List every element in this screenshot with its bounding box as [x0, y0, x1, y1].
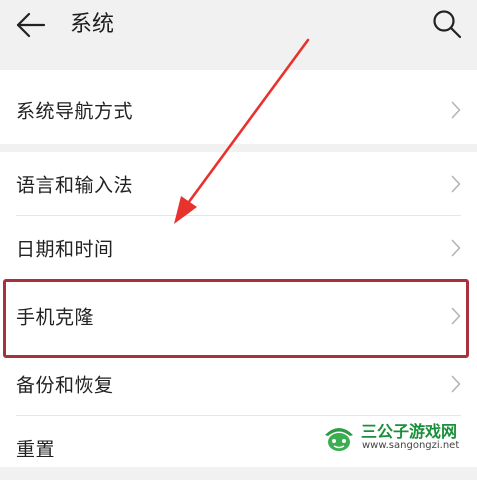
settings-item-date-time[interactable]: 日期和时间 [0, 216, 477, 280]
watermark-logo-icon [325, 428, 353, 451]
watermark-url: www.sangongzi.net [362, 440, 460, 451]
settings-item-label: 系统导航方式 [16, 100, 134, 123]
settings-group-navigation: 系统导航方式 [0, 70, 477, 144]
chevron-right-icon [451, 239, 461, 257]
watermark-text: 三公子游戏网 [361, 422, 458, 441]
top-bar: 系统 [0, 0, 477, 50]
chevron-right-icon [451, 175, 461, 193]
watermark: 三公子游戏网 www.sangongzi.net [321, 415, 471, 459]
back-arrow-icon[interactable] [14, 10, 46, 40]
settings-item-label: 语言和输入法 [16, 174, 134, 197]
settings-item-label: 重置 [16, 438, 56, 461]
settings-item-label: 日期和时间 [16, 238, 114, 261]
settings-item-backup-restore[interactable]: 备份和恢复 [0, 352, 477, 416]
settings-item-label: 备份和恢复 [16, 374, 114, 397]
settings-item-phone-clone[interactable]: 手机克隆 [0, 280, 477, 352]
chevron-right-icon [451, 101, 461, 119]
settings-item-system-navigation[interactable]: 系统导航方式 [0, 78, 477, 142]
chevron-right-icon [451, 307, 461, 325]
settings-item-language-input[interactable]: 语言和输入法 [0, 152, 477, 216]
settings-item-label: 手机克隆 [16, 306, 95, 329]
page-title: 系统 [70, 12, 115, 37]
search-icon[interactable] [431, 8, 463, 40]
chevron-right-icon [451, 375, 461, 393]
